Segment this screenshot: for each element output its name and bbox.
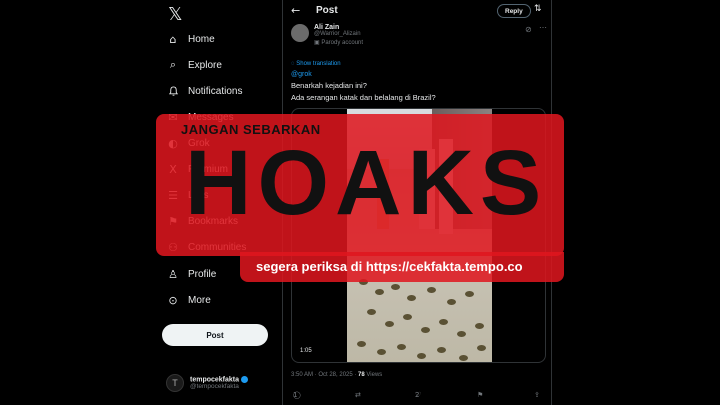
frog-shape — [357, 341, 366, 347]
sidebar-item-bookmarks[interactable]: ⚑ Bookmarks — [166, 210, 238, 232]
frog-shape — [407, 295, 416, 301]
frog-shape — [427, 287, 436, 293]
sidebar-item-notifications[interactable]: Notifications — [166, 80, 242, 102]
sidebar-item-label: Explore — [188, 59, 222, 71]
frog-shape — [403, 314, 412, 320]
frog-shape — [477, 345, 486, 351]
sidebar-item-label: Lists — [188, 189, 209, 201]
verified-badge-icon — [241, 375, 249, 383]
frog-shape — [417, 353, 426, 359]
frog-shape — [465, 291, 474, 297]
reply-button[interactable]: Reply — [497, 4, 531, 18]
show-translation-link[interactable]: ◌ Show translation — [291, 61, 341, 67]
x-premium-icon: X — [169, 162, 177, 176]
sidebar-item-communities[interactable]: ⚇ Communities — [166, 236, 246, 258]
frog-shape — [377, 349, 386, 355]
home-icon: ⌂ — [169, 32, 177, 46]
person-figure — [439, 139, 453, 234]
sidebar-item-label: Communities — [188, 241, 247, 253]
sidebar-item-label: More — [188, 294, 211, 306]
sidebar-item-label: Notifications — [188, 85, 243, 97]
person-figure — [419, 149, 435, 229]
sidebar-item-lists[interactable]: ☰ Lists — [166, 184, 209, 206]
tweet-text-line: Ada serangan katak dan belalang di Brazi… — [291, 93, 436, 102]
tweet-actions: ◯ 1 ⇄ ♡ 2 ⚑ ⇪ — [293, 391, 540, 399]
post-detail-column: ← Post Reply ⇅ Ali Zain @Warrior_Alizain… — [282, 0, 552, 405]
bell-icon — [166, 84, 180, 98]
tweet-text-line: Benarkah kejadian ini? — [291, 81, 367, 90]
author-name[interactable]: Ali Zain — [314, 24, 363, 31]
frog-shape — [385, 321, 394, 327]
sidebar-item-label: Home — [188, 33, 215, 45]
back-arrow-icon[interactable]: ← — [291, 4, 300, 17]
frog-shape — [367, 309, 376, 315]
bookmark-icon: ⚑ — [168, 214, 178, 228]
more-options-icon[interactable]: ⋯ — [539, 23, 547, 32]
views-count: 78 — [358, 372, 365, 378]
frog-shape — [359, 279, 368, 285]
sidebar-item-messages[interactable]: ✉ Messages — [166, 106, 234, 128]
mail-icon: ✉ — [168, 110, 178, 124]
grok-icon[interactable]: ⊘ — [525, 25, 532, 34]
frog-shape — [375, 289, 384, 295]
frog-shape — [475, 323, 484, 329]
bookmark-icon[interactable]: ⚑ — [477, 391, 483, 399]
list-icon: ☰ — [168, 188, 178, 202]
search-icon: ⌕ — [169, 58, 177, 71]
share-icon[interactable]: ⇪ — [534, 391, 540, 399]
avatar[interactable] — [291, 24, 309, 42]
frog-shape — [391, 284, 400, 290]
sidebar-item-home[interactable]: ⌂ Home — [166, 28, 215, 50]
sidebar-item-label: Premium — [188, 163, 229, 175]
video-duration: 1:05 — [298, 348, 314, 354]
sidebar-item-premium[interactable]: X Premium — [166, 158, 228, 180]
frog-shape — [457, 331, 466, 337]
account-switcher[interactable]: T tempocekfakta @tempocekfakta — [166, 374, 249, 392]
person-figure — [377, 159, 389, 229]
x-logo-icon[interactable]: 𝕏 — [168, 4, 183, 25]
frog-shape — [439, 319, 448, 325]
repost-icon[interactable]: ⇄ — [355, 391, 361, 399]
frog-shape — [397, 344, 406, 350]
author-handle[interactable]: @Warrior_Alizain — [314, 31, 363, 37]
frog-shape — [421, 327, 430, 333]
sidebar-item-label: Grok — [188, 137, 210, 149]
views-label: Views — [366, 372, 383, 378]
sidebar-item-profile[interactable]: ♙ Profile — [166, 263, 216, 285]
sidebar-item-label: Messages — [188, 111, 234, 123]
more-circle-icon: ⊙ — [168, 293, 178, 307]
sidebar-item-more[interactable]: ⊙ More — [166, 289, 211, 311]
frog-shape — [459, 355, 468, 361]
profile-icon: ♙ — [168, 267, 178, 281]
avatar: T — [166, 374, 184, 392]
post-header: ← Post Reply ⇅ — [283, 0, 553, 22]
tweet-author[interactable]: Ali Zain @Warrior_Alizain ▣ Parody accou… — [291, 24, 363, 46]
frog-shape — [437, 347, 446, 353]
video-thumbnail — [347, 109, 492, 362]
frog-shape — [447, 299, 456, 305]
tweet-video[interactable]: 1:05 — [291, 108, 546, 363]
account-handle: @tempocekfakta — [190, 383, 239, 391]
left-sidebar: 𝕏 ⌂ Home ⌕ Explore Notifications ✉ Messa… — [160, 0, 282, 405]
communities-icon: ⚇ — [168, 240, 178, 254]
mention-link[interactable]: @grok — [291, 71, 312, 78]
reply-settings-icon[interactable]: ⇅ — [534, 4, 542, 14]
account-name: tempocekfakta — [190, 376, 240, 384]
tweet-timestamp[interactable]: 3:50 AM · Oct 28, 2025 · — [291, 372, 356, 378]
sidebar-item-label: Profile — [188, 268, 217, 280]
sidebar-item-grok[interactable]: ◐ Grok — [166, 132, 210, 154]
sidebar-item-explore[interactable]: ⌕ Explore — [166, 54, 222, 76]
post-button[interactable]: Post — [162, 324, 268, 346]
parody-label: Parody account — [321, 40, 364, 46]
page-title: Post — [316, 5, 338, 16]
tweet-metadata: 3:50 AM · Oct 28, 2025 · 78 Views — [291, 372, 382, 378]
grok-icon: ◐ — [168, 136, 178, 150]
sidebar-item-label: Bookmarks — [188, 215, 239, 227]
